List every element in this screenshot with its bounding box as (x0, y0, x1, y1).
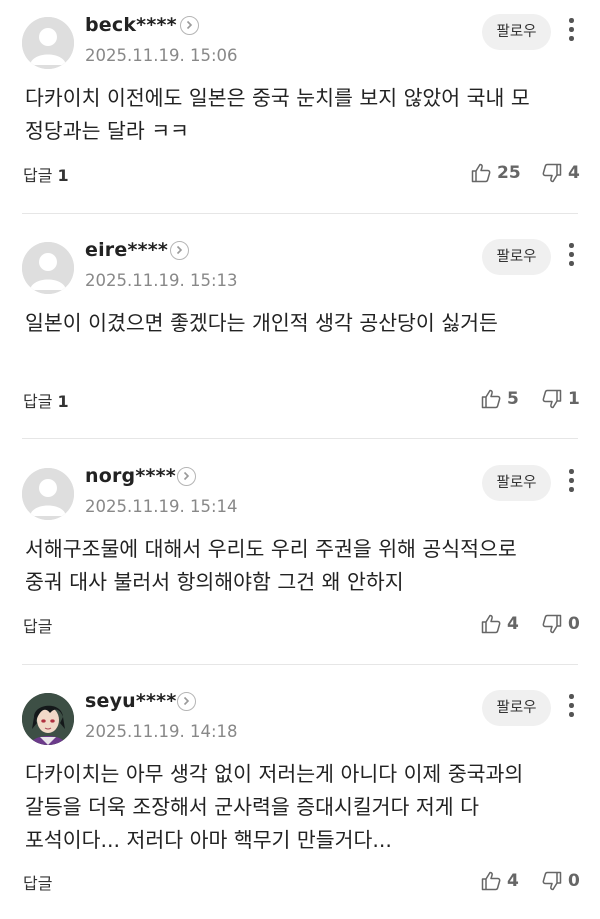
follow-button[interactable]: 팔로우 (482, 465, 551, 501)
default-avatar-icon (22, 468, 74, 520)
profile-chevron-icon[interactable] (177, 467, 196, 486)
username[interactable]: seyu**** (85, 690, 176, 712)
more-options-icon[interactable] (562, 467, 580, 495)
comment-actions: 답글 1 25 4 (0, 160, 600, 186)
more-options-icon[interactable] (562, 241, 580, 269)
timestamp: 2025.11.19. 15:13 (85, 271, 238, 290)
dislike-button[interactable]: 0 (541, 611, 580, 637)
like-count: 25 (497, 163, 521, 183)
profile-chevron-icon[interactable] (177, 692, 196, 711)
timestamp: 2025.11.19. 14:18 (85, 722, 238, 741)
username[interactable]: beck**** (85, 14, 177, 36)
character-avatar-icon (22, 693, 74, 745)
follow-button[interactable]: 팔로우 (482, 239, 551, 275)
reply-label: 답글 (23, 166, 53, 185)
reply-label: 답글 (23, 617, 53, 636)
thumbs-up-icon (481, 389, 501, 409)
timestamp: 2025.11.19. 15:14 (85, 497, 238, 516)
comment-text: 서해구조물에 대해서 우리도 우리 주권을 위해 공식적으로 중궈 대사 불러서… (25, 537, 517, 594)
reply-button[interactable]: 답글 (23, 613, 52, 637)
thumbs-down-icon (542, 389, 562, 409)
reply-button[interactable]: 답글 1 (23, 162, 69, 186)
reply-count: 1 (57, 166, 69, 185)
default-avatar-icon (22, 242, 74, 294)
comment-item: beck**** 2025.11.19. 15:06 팔로우 다카이치 이전에도… (0, 0, 600, 214)
comment-actions: 답글 4 0 (0, 868, 600, 894)
avatar[interactable] (22, 17, 74, 69)
thumbs-down-icon (542, 871, 562, 891)
divider (22, 664, 578, 665)
divider (22, 438, 578, 439)
divider (22, 213, 578, 214)
thumbs-up-icon (471, 163, 491, 183)
follow-button[interactable]: 팔로우 (482, 14, 551, 50)
like-count: 4 (507, 614, 519, 634)
dislike-count: 4 (568, 163, 580, 183)
comment-item: eire**** 2025.11.19. 15:13 팔로우 일본이 이겼으면 … (0, 225, 600, 439)
like-button[interactable]: 25 (470, 160, 521, 186)
avatar[interactable] (22, 468, 74, 520)
timestamp: 2025.11.19. 15:06 (85, 46, 238, 65)
comment-item: norg**** 2025.11.19. 15:14 팔로우 서해구조물에 대해… (0, 451, 600, 665)
like-button[interactable]: 4 (480, 611, 519, 637)
like-button[interactable]: 5 (480, 386, 519, 412)
avatar[interactable] (22, 693, 74, 745)
thumbs-down-icon (542, 614, 562, 634)
dislike-button[interactable]: 4 (541, 160, 580, 186)
more-options-icon[interactable] (562, 692, 580, 720)
comment-item: seyu**** 2025.11.19. 14:18 팔로우 다카이치는 아무 … (0, 676, 600, 919)
comment-text: 다카이치 이전에도 일본은 중국 눈치를 보지 않았어 국내 모 정당과는 달라… (25, 86, 530, 143)
reply-count: 1 (57, 392, 69, 411)
reply-button[interactable]: 답글 (23, 870, 52, 894)
follow-button[interactable]: 팔로우 (482, 690, 551, 726)
thumbs-down-icon (542, 163, 562, 183)
avatar[interactable] (22, 242, 74, 294)
username[interactable]: eire**** (85, 239, 168, 261)
comment-text: 일본이 이겼으면 좋겠다는 개인적 생각 공산당이 싫거든 (25, 311, 498, 335)
thumbs-up-icon (481, 614, 501, 634)
reply-button[interactable]: 답글 1 (23, 388, 69, 412)
profile-chevron-icon[interactable] (170, 241, 189, 260)
more-options-icon[interactable] (562, 16, 580, 44)
comment-actions: 답글 1 5 1 (0, 386, 600, 412)
default-avatar-icon (22, 17, 74, 69)
comment-text: 다카이치는 아무 생각 없이 저러는게 아니다 이제 중국과의 갈등을 더욱 조… (25, 762, 524, 852)
username[interactable]: norg**** (85, 465, 176, 487)
reply-label: 답글 (23, 392, 53, 411)
dislike-count: 0 (568, 871, 580, 891)
comment-list: beck**** 2025.11.19. 15:06 팔로우 다카이치 이전에도… (0, 0, 600, 919)
profile-chevron-icon[interactable] (180, 16, 199, 35)
thumbs-up-icon (481, 871, 501, 891)
dislike-count: 1 (568, 389, 580, 409)
dislike-button[interactable]: 0 (541, 868, 580, 894)
reply-label: 답글 (23, 874, 53, 893)
like-button[interactable]: 4 (480, 868, 519, 894)
comment-actions: 답글 4 0 (0, 611, 600, 637)
like-count: 4 (507, 871, 519, 891)
dislike-count: 0 (568, 614, 580, 634)
dislike-button[interactable]: 1 (541, 386, 580, 412)
like-count: 5 (507, 389, 519, 409)
